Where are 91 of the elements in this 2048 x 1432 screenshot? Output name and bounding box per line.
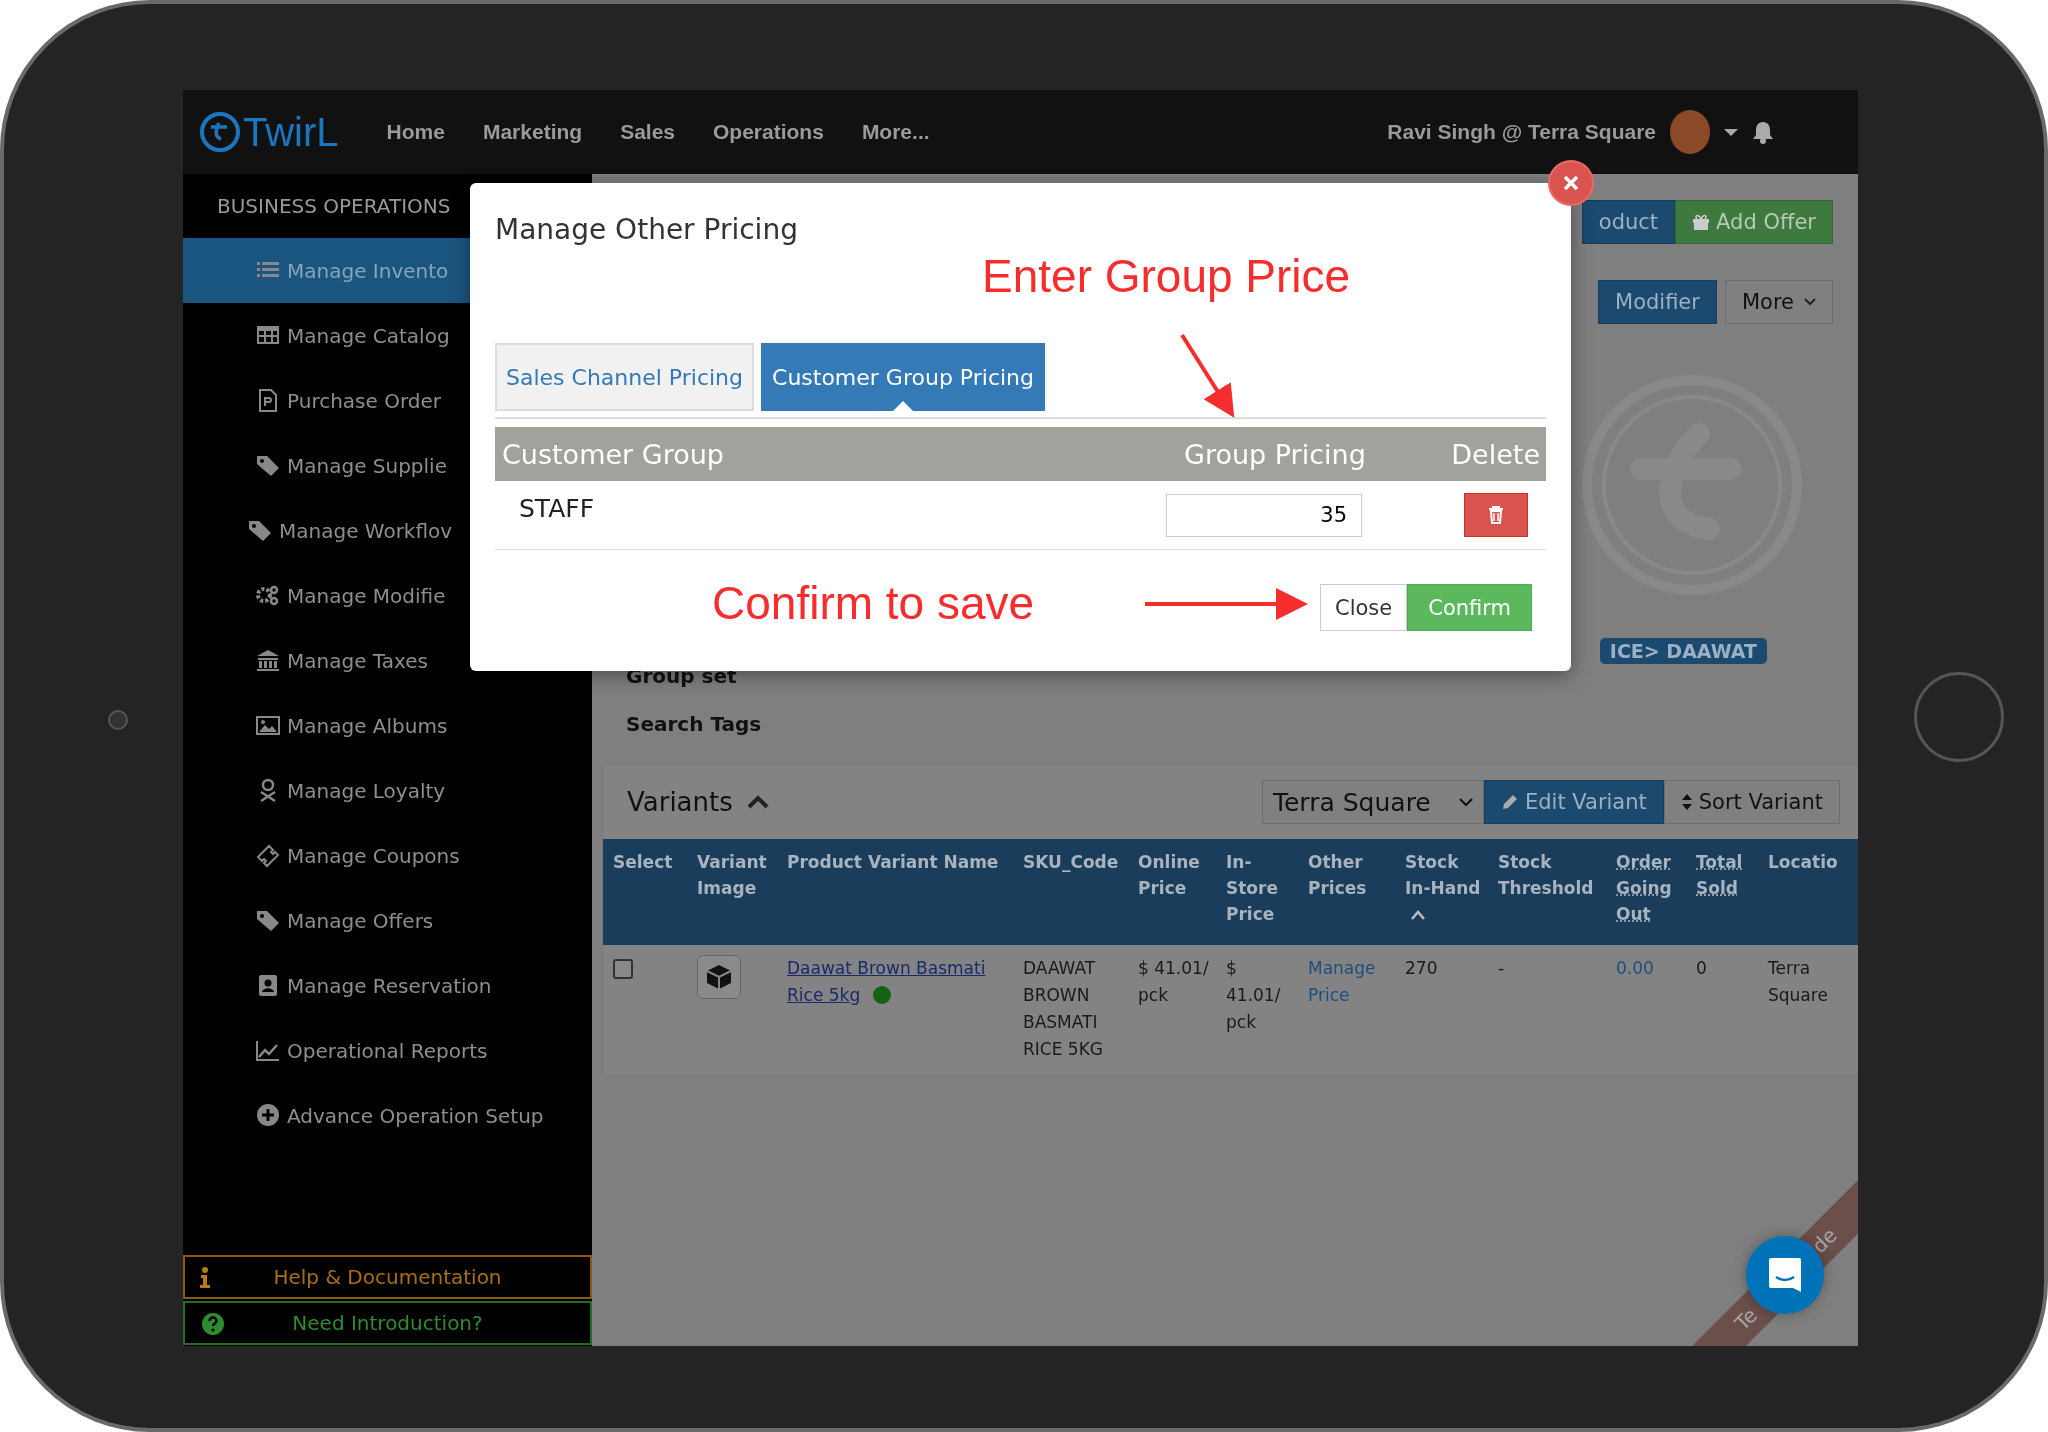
nav-link[interactable]: More... bbox=[861, 120, 930, 144]
nav-link[interactable]: Marketing bbox=[482, 120, 583, 144]
avatar[interactable] bbox=[1670, 110, 1710, 154]
nav-link[interactable]: Operations bbox=[713, 120, 824, 144]
pencil-icon bbox=[1500, 793, 1519, 811]
column-header[interactable]: Order Going Out bbox=[1606, 839, 1686, 945]
logo-text: TwirL bbox=[243, 109, 339, 155]
table-cell: Terra Square bbox=[1768, 958, 1828, 1005]
field-label: Group set bbox=[626, 664, 738, 690]
introduction-link[interactable]: Need Introduction? bbox=[183, 1301, 592, 1345]
table-cell: 0 bbox=[1696, 958, 1707, 978]
delete-button[interactable] bbox=[1464, 493, 1528, 537]
ribbon-text: de bbox=[1807, 1223, 1842, 1258]
select-checkbox[interactable] bbox=[613, 959, 633, 979]
column-header[interactable]: SKU_Code bbox=[1013, 839, 1128, 945]
product-link[interactable]: Daawat Brown Basmati Rice 5kg bbox=[787, 955, 992, 1009]
sidebar-item[interactable]: Purchase Order bbox=[287, 388, 441, 413]
column-header: Group Pricing bbox=[1184, 438, 1367, 470]
sidebar-item[interactable]: Operational Reports bbox=[287, 1038, 488, 1063]
column-header[interactable]: Select bbox=[603, 839, 687, 945]
sort-variant-button[interactable]: Sort Variant bbox=[1663, 780, 1840, 824]
nav-link[interactable]: Home bbox=[386, 120, 445, 144]
annotation-text: Confirm to save bbox=[712, 576, 1035, 630]
ribbon-text: Te bbox=[1730, 1303, 1762, 1335]
chevron-down-icon bbox=[1458, 797, 1473, 807]
info-icon bbox=[199, 1267, 211, 1289]
annotation-text: Enter Group Price bbox=[982, 249, 1351, 303]
trash-icon bbox=[1488, 506, 1504, 524]
column-header: Delete bbox=[1450, 438, 1541, 470]
sidebar-item[interactable]: Manage Albums bbox=[287, 713, 448, 738]
column-header[interactable]: Stock In-Hand bbox=[1395, 839, 1488, 945]
sidebar-item[interactable]: Manage Workflov bbox=[279, 518, 453, 543]
sidebar-item[interactable]: Manage Catalog bbox=[287, 323, 450, 348]
sidebar-item[interactable]: Manage Loyalty bbox=[287, 778, 446, 803]
add-offer-button[interactable]: Add Offer bbox=[1675, 200, 1833, 244]
caret-down-icon bbox=[1724, 127, 1738, 137]
ticket-icon bbox=[255, 842, 281, 869]
box-icon bbox=[704, 962, 734, 992]
column-header[interactable]: Stock Threshold bbox=[1488, 839, 1606, 945]
column-header: Customer Group bbox=[501, 438, 725, 470]
field-label: Search Tags bbox=[626, 712, 763, 738]
add-product-button[interactable]: oduct bbox=[1581, 200, 1676, 244]
help-circle-icon bbox=[201, 1312, 225, 1336]
sidebar-item[interactable]: Manage Coupons bbox=[287, 843, 460, 868]
column-header[interactable]: Other Prices bbox=[1298, 839, 1395, 945]
column-header[interactable]: Total Sold bbox=[1686, 839, 1758, 945]
sidebar-item[interactable]: Manage Supplie bbox=[287, 453, 447, 478]
table-cell: 270 bbox=[1405, 958, 1438, 978]
sidebar-item[interactable]: Manage Modifie bbox=[287, 583, 446, 608]
sidebar-item[interactable]: Manage Reservation bbox=[287, 973, 492, 998]
chevron-down-icon bbox=[1804, 298, 1816, 306]
sidebar-item[interactable]: Manage Taxes bbox=[287, 648, 428, 673]
modifier-button[interactable]: Modifier bbox=[1598, 280, 1717, 324]
dialog-title: Manage Other Pricing bbox=[495, 213, 798, 246]
table-cell: - bbox=[1498, 958, 1505, 978]
edit-variant-button[interactable]: Edit Variant bbox=[1483, 780, 1664, 824]
column-header[interactable]: Product Variant Name bbox=[777, 839, 1013, 945]
table-cell: $ 41.01/ pck bbox=[1138, 958, 1209, 1005]
more-button[interactable]: More bbox=[1724, 280, 1833, 324]
price-input[interactable]: 35 bbox=[1166, 493, 1362, 537]
sidebar-item[interactable]: Advance Operation Setup bbox=[287, 1103, 544, 1128]
column-header[interactable]: Variant Image bbox=[687, 839, 777, 945]
close-icon bbox=[1563, 175, 1579, 191]
column-header[interactable]: Locatio bbox=[1758, 839, 1858, 945]
table-cell-text: STAFF bbox=[518, 493, 596, 523]
gift-icon bbox=[1692, 213, 1711, 231]
sidebar-item[interactable]: Manage Invento bbox=[287, 258, 449, 283]
tag-label: ICE> DAAWAT bbox=[1599, 638, 1767, 664]
sidebar-item[interactable]: Manage Offers bbox=[287, 908, 434, 933]
sort-up-icon bbox=[1411, 910, 1425, 920]
table-cell: $ 41.01/ pck bbox=[1226, 958, 1281, 1032]
table-cell: DAAWAT BROWN BASMATI RICE 5KG bbox=[1023, 958, 1103, 1059]
tab[interactable]: Sales Channel Pricing bbox=[495, 343, 754, 411]
store-select[interactable]: Terra Square bbox=[1261, 780, 1484, 824]
plus-circle-icon bbox=[255, 1102, 281, 1129]
sidebar-heading: BUSINESS OPERATIONS bbox=[217, 194, 451, 218]
nav-link[interactable]: Sales bbox=[620, 120, 675, 144]
section-title: Variants bbox=[627, 787, 733, 817]
column-header[interactable]: In-Store Price bbox=[1216, 839, 1298, 945]
sort-icon bbox=[1680, 793, 1693, 811]
column-header[interactable]: Online Price bbox=[1128, 839, 1216, 945]
logo-icon bbox=[199, 111, 241, 153]
notification-bell-icon bbox=[1752, 120, 1774, 144]
tab[interactable]: Customer Group Pricing bbox=[761, 343, 1045, 411]
chevron-up-icon bbox=[746, 795, 769, 809]
camera-dot bbox=[108, 710, 128, 730]
help-link[interactable]: Help & Documentation bbox=[183, 1255, 592, 1299]
bank-icon bbox=[255, 647, 281, 674]
user-name[interactable]: Ravi Singh @ Terra Square bbox=[1387, 120, 1656, 144]
chat-icon bbox=[1767, 1256, 1803, 1294]
close-button[interactable]: Close bbox=[1320, 584, 1408, 631]
